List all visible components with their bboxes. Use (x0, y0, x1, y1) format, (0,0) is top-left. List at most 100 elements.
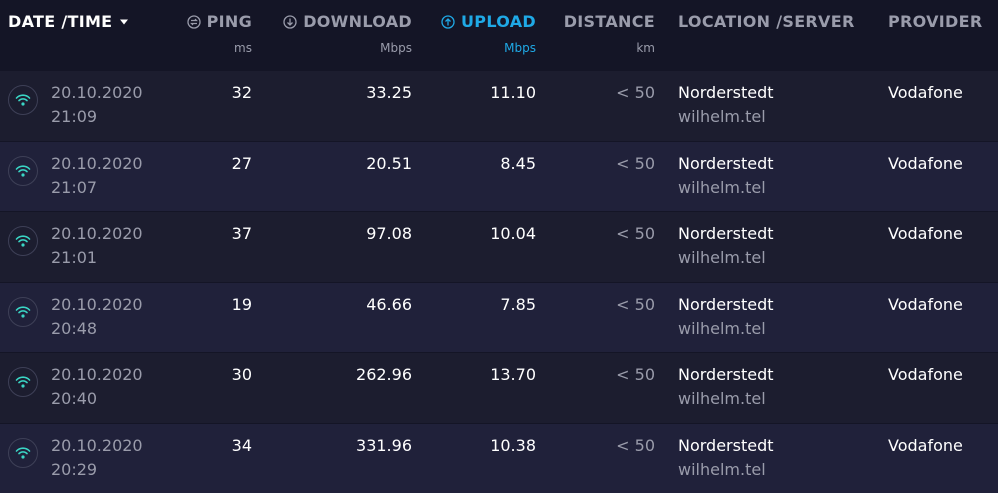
location-text: Norderstedt (678, 153, 774, 173)
download-icon (283, 14, 297, 29)
date-text: 20.10.2020 (51, 435, 143, 455)
upload-value: 11.10 (490, 83, 536, 102)
location-text: Norderstedt (678, 83, 774, 102)
column-header-download[interactable]: DOWNLOAD Mbps (282, 12, 412, 55)
results-table: DATE /TIME PING ms DOWNLOAD Mbps UPLOAD … (0, 0, 998, 493)
date-text: 20.10.2020 (51, 224, 143, 243)
table-row[interactable]: 20.10.2020 21:07 27 20.51 8.45 < 50 Nord… (0, 140, 998, 211)
server-text: wilhelm.tel (678, 107, 766, 126)
date-time-cell: 20.10.2020 20:48 (51, 293, 143, 341)
download-value: 33.25 (366, 83, 412, 102)
ping-value: 37 (231, 224, 252, 243)
server-text: wilhelm.tel (678, 318, 766, 338)
table-row[interactable]: 20.10.2020 20:40 30 262.96 13.70 < 50 No… (0, 352, 998, 423)
wifi-connection-icon (8, 367, 38, 397)
ping-header-label: PING (206, 12, 252, 31)
server-text: wilhelm.tel (678, 459, 766, 479)
time-text: 21:09 (51, 107, 98, 126)
provider-value: Vodafone (888, 224, 963, 243)
ping-value: 19 (231, 294, 252, 314)
upload-value: 10.04 (490, 224, 536, 243)
location-server-cell: Norderstedt wilhelm.tel (678, 293, 774, 341)
wifi-connection-icon (8, 155, 38, 186)
download-value: 97.08 (366, 224, 412, 243)
distance-header-label: DISTANCE (563, 12, 655, 31)
distance-value: < 50 (616, 224, 655, 243)
ping-value: 32 (231, 83, 252, 102)
download-value: 331.96 (356, 435, 412, 455)
server-text: wilhelm.tel (678, 389, 766, 408)
location-text: Norderstedt (678, 365, 774, 384)
column-header-ping[interactable]: PING ms (180, 12, 252, 55)
location-server-cell: Norderstedt wilhelm.tel (678, 152, 774, 200)
server-text: wilhelm.tel (678, 177, 766, 197)
date-text: 20.10.2020 (51, 83, 143, 102)
distance-value: < 50 (616, 435, 655, 455)
sort-descending-icon (120, 19, 129, 24)
date-text: 20.10.2020 (51, 365, 143, 384)
column-header-distance[interactable]: DISTANCE km (550, 12, 655, 55)
table-row[interactable]: 20.10.2020 20:48 19 46.66 7.85 < 50 Nord… (0, 281, 998, 352)
distance-unit-label: km (636, 41, 655, 55)
provider-value: Vodafone (888, 365, 963, 384)
location-server-cell: Norderstedt wilhelm.tel (678, 222, 774, 270)
location-server-cell: Norderstedt wilhelm.tel (678, 434, 774, 482)
date-time-cell: 20.10.2020 21:07 (51, 152, 143, 200)
provider-value: Vodafone (888, 153, 963, 173)
wifi-connection-icon (8, 226, 38, 256)
download-value: 46.66 (366, 294, 412, 314)
table-header: DATE /TIME PING ms DOWNLOAD Mbps UPLOAD … (0, 0, 998, 70)
ping-unit-label: ms (234, 41, 252, 55)
distance-value: < 50 (616, 294, 655, 314)
provider-value: Vodafone (888, 83, 963, 102)
date-time-header-label: DATE /TIME (8, 12, 113, 31)
download-header-label: DOWNLOAD (303, 12, 412, 31)
time-text: 21:01 (51, 248, 98, 267)
provider-value: Vodafone (888, 435, 963, 455)
date-time-cell: 20.10.2020 21:01 (51, 222, 143, 270)
wifi-connection-icon (8, 437, 38, 468)
upload-value: 13.70 (490, 365, 536, 384)
time-text: 21:07 (51, 177, 98, 197)
column-header-date-time[interactable]: DATE /TIME (8, 12, 129, 31)
column-header-upload[interactable]: UPLOAD Mbps (430, 12, 536, 55)
distance-value: < 50 (616, 365, 655, 384)
date-time-cell: 20.10.2020 21:09 (51, 81, 143, 129)
date-time-cell: 20.10.2020 20:40 (51, 363, 143, 411)
upload-header-label: UPLOAD (461, 12, 536, 31)
download-value: 262.96 (356, 365, 412, 384)
table-body: 20.10.2020 21:09 32 33.25 11.10 < 50 Nor… (0, 70, 998, 493)
location-server-cell: Norderstedt wilhelm.tel (678, 363, 774, 411)
distance-value: < 50 (616, 153, 655, 173)
upload-value: 10.38 (490, 435, 536, 455)
ping-value: 30 (231, 365, 252, 384)
date-time-cell: 20.10.2020 20:29 (51, 434, 143, 482)
time-text: 20:29 (51, 459, 98, 479)
download-value: 20.51 (366, 153, 412, 173)
upload-value: 7.85 (500, 294, 536, 314)
ping-value: 34 (231, 435, 252, 455)
time-text: 20:48 (51, 318, 98, 338)
provider-value: Vodafone (888, 294, 963, 314)
download-unit-label: Mbps (380, 41, 412, 55)
wifi-connection-icon (8, 296, 38, 327)
location-text: Norderstedt (678, 435, 774, 455)
upload-unit-label: Mbps (504, 41, 536, 55)
location-header-label: LOCATION /SERVER (678, 12, 855, 31)
column-header-provider[interactable]: PROVIDER (888, 12, 983, 31)
upload-icon (441, 14, 455, 29)
table-row[interactable]: 20.10.2020 20:29 34 331.96 10.38 < 50 No… (0, 422, 998, 493)
distance-value: < 50 (616, 83, 655, 102)
location-text: Norderstedt (678, 294, 774, 314)
ping-value: 27 (231, 153, 252, 173)
table-row[interactable]: 20.10.2020 21:01 37 97.08 10.04 < 50 Nor… (0, 211, 998, 282)
time-text: 20:40 (51, 389, 98, 408)
provider-header-label: PROVIDER (888, 12, 983, 31)
upload-value: 8.45 (500, 153, 536, 173)
date-text: 20.10.2020 (51, 294, 143, 314)
location-server-cell: Norderstedt wilhelm.tel (678, 81, 774, 129)
table-row[interactable]: 20.10.2020 21:09 32 33.25 11.10 < 50 Nor… (0, 70, 998, 141)
ping-icon (186, 14, 201, 29)
server-text: wilhelm.tel (678, 248, 766, 267)
column-header-location-server[interactable]: LOCATION /SERVER (678, 12, 855, 31)
